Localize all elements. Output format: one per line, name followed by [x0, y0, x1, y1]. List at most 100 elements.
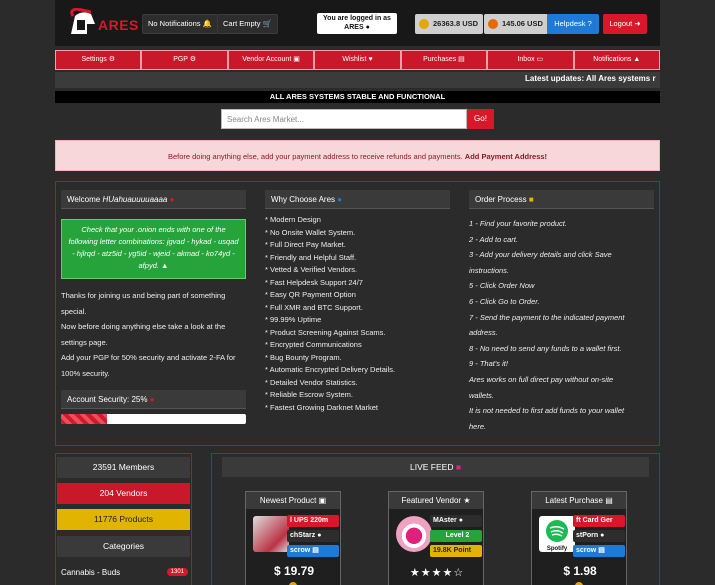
shopping-bag-icon: ▤ [458, 56, 465, 63]
helpdesk-button[interactable]: Helpdesk ? [547, 14, 599, 34]
vendor-avatar[interactable] [396, 516, 432, 552]
order-step: wallets. [469, 390, 495, 400]
members-count: 23591 Members [57, 457, 190, 478]
onion-check-text: Check that your .onion ends with one of … [68, 225, 239, 270]
vendor-name: stPorn [576, 532, 599, 539]
product-thumbnail[interactable] [253, 516, 289, 552]
spotify-thumbnail[interactable]: Spotify [539, 516, 575, 552]
star-icon: ★ [463, 496, 471, 505]
why-list-item: * Encrypted Communications [265, 340, 362, 349]
search-go-button[interactable]: Go! [467, 109, 494, 129]
account-security-header: Account Security: 25% ● [61, 390, 246, 409]
btc-balance: 26363.8 USD [415, 14, 484, 34]
welcome-pgp-note: Add your PGP for 50% security and activa… [61, 353, 236, 378]
order-step: instructions. [469, 265, 510, 275]
category-item[interactable]: Cannabis - Buds 1301 [61, 568, 188, 577]
logout-label: Logout [609, 19, 633, 28]
question-icon: ? [587, 19, 592, 28]
bell-icon: 🔔 [202, 19, 212, 28]
welcome-settings-note: Now before doing anything else take a lo… [61, 322, 226, 347]
product-title-tag: l UPS 220m [287, 515, 339, 527]
order-steps: 1 - Find your favorite product. 2 - Add t… [469, 216, 654, 434]
why-list-item: * Fast Helpdesk Support 24/7 [265, 277, 363, 287]
newest-product-title: Newest Product [259, 496, 317, 505]
vendor-name: chStarz [290, 532, 316, 539]
why-list-item: * Automatic Encrypted Delivery Details. [265, 365, 396, 374]
latest-purchase-card[interactable]: Latest Purchase ▤ Spotify ft Card Ger st… [531, 491, 627, 585]
vendor-tag[interactable]: stPorn ● [573, 530, 625, 542]
vendors-count[interactable]: 204 Vendors [57, 483, 190, 504]
notifications-label: No Notifications [148, 19, 201, 28]
category-name: Cannabis - Buds [61, 568, 121, 577]
ares-logo[interactable]: ARES [65, 7, 138, 38]
welcome-username: HUahuauuuuaaaa [102, 195, 168, 204]
nav-wishlist-label: Wishlist [342, 56, 367, 63]
alert-circle-icon: ● [169, 195, 175, 204]
alert-circle-icon: ● [149, 395, 155, 404]
vendor-tag[interactable]: MAster ● [430, 515, 482, 527]
nav-settings[interactable]: Settings ⚙ [55, 50, 142, 70]
order-step: 3 - Add your delivery details and click … [469, 250, 612, 260]
warning-icon: ▲ [633, 56, 641, 63]
main-panel: Welcome HUahuauuuuaaaa ● Check that your… [55, 181, 660, 446]
spotify-logo-icon: Spotify [546, 520, 568, 552]
vendor-level-badge: Level 2 [430, 530, 482, 542]
top-bar: ARES No Notifications 🔔 Cart Empty 🛒 You… [55, 0, 660, 46]
why-list-item: * No Onsite Wallet System. [265, 227, 356, 237]
order-step: 6 - Click Go to Order. [469, 296, 540, 306]
vendor-rating: ★★★★☆ [389, 566, 485, 579]
spotify-label: Spotify [547, 546, 568, 552]
nav-purchases[interactable]: Purchases ▤ [400, 50, 488, 70]
login-username: ARES [344, 24, 364, 31]
order-step: 1 - Find your favorite product. [469, 219, 567, 228]
cart-icon: 🛒 [262, 19, 272, 28]
nav-pgp[interactable]: PGP ⚙ [141, 50, 228, 70]
why-list-item: * Full XMR and BTC Support. [265, 302, 363, 312]
progress-fill [61, 414, 108, 424]
gear-icon: ⚙ [189, 56, 197, 63]
cart-button[interactable]: Cart Empty 🛒 [217, 14, 278, 34]
why-header: Why Choose Ares ● [265, 190, 450, 209]
featured-vendor-card[interactable]: Featured Vendor ★ MAster ● Level 2 19.8K… [388, 491, 484, 585]
nav-vendor-label: Vendor Account [242, 56, 292, 63]
order-step: 2 - Add to cart. [469, 234, 518, 244]
bitcoin-icon [419, 19, 429, 29]
product-title-tag: ft Card Ger [573, 515, 625, 527]
welcome-title: Welcome [67, 195, 101, 204]
logout-button[interactable]: Logout ➜ [603, 14, 647, 34]
nav-pgp-label: PGP [173, 56, 188, 63]
order-title: Order Process [475, 195, 527, 204]
shopping-bag-icon: ▤ [605, 496, 613, 505]
nav-settings-label: Settings [81, 56, 107, 63]
logout-icon: ➜ [634, 19, 641, 28]
account-security-progress [61, 414, 246, 424]
add-payment-address-link[interactable]: Add Payment Address! [465, 152, 547, 161]
cart-label: Cart Empty [223, 19, 261, 28]
welcome-header: Welcome HUahuauuuuaaaa ● [61, 190, 246, 209]
why-list-item: * Modern Design [265, 215, 321, 224]
order-step: 9 - That's it! [469, 359, 508, 369]
vendor-name: MAster [433, 517, 457, 524]
star-icon: ★ [420, 567, 432, 579]
search-input[interactable]: Search Ares Market... [221, 109, 467, 129]
star-icon: ★ [431, 567, 443, 579]
nav-inbox[interactable]: Inbox ▭ [487, 50, 574, 70]
why-list-item: * 99.99% Uptime [265, 315, 322, 324]
escrow-label: scrow [290, 547, 311, 554]
products-count[interactable]: 11776 Products [57, 509, 190, 530]
nav-notifications[interactable]: Notifications ▲ [573, 50, 660, 70]
id-card-icon: ▣ [318, 496, 327, 505]
nav-vendor-account[interactable]: Vendor Account ▣ [227, 50, 315, 70]
login-status: You are logged in as ARES ● [317, 13, 397, 34]
account-security-label: Account Security: 25% [67, 395, 148, 404]
order-step: here. [469, 421, 487, 431]
inbox-icon: ▭ [536, 56, 544, 63]
nav-wishlist[interactable]: Wishlist ♥ [314, 50, 401, 70]
notifications-button[interactable]: No Notifications 🔔 [142, 14, 218, 34]
copy-icon: ▤ [598, 547, 605, 554]
latest-purchase-header: Latest Purchase ▤ [532, 492, 626, 509]
newest-product-card[interactable]: Newest Product ▣ l UPS 220m chStarz ● sc… [245, 491, 341, 585]
vendor-tag[interactable]: chStarz ● [287, 530, 339, 542]
star-icon: ★ [409, 567, 421, 579]
why-list-item: * Product Screening Against Scams. [265, 327, 386, 337]
